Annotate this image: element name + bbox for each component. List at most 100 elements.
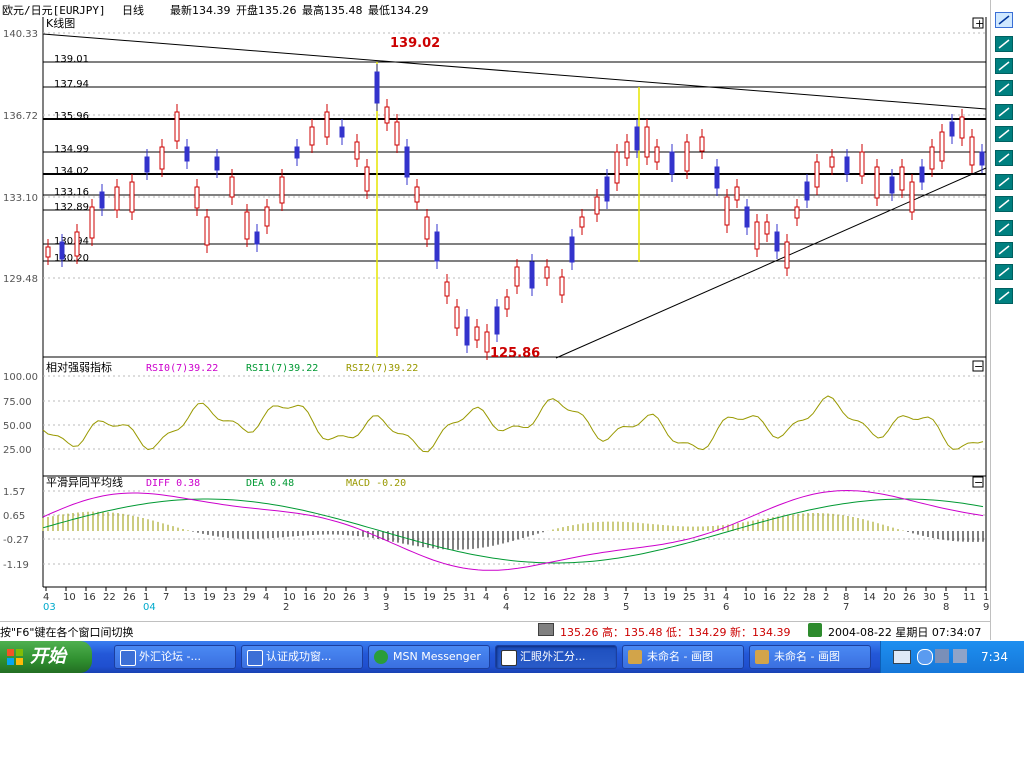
level-label: 132.89 [54, 202, 89, 213]
candle-body [324, 111, 330, 138]
candle-body [144, 156, 150, 173]
kline-grid [43, 32, 986, 279]
channel-tool-icon[interactable] [995, 126, 1013, 142]
volume-icon[interactable] [953, 649, 967, 663]
msn-icon [374, 650, 388, 664]
rsi-y-label: 100.00 [3, 372, 38, 383]
resistance-trendline[interactable] [42, 33, 987, 110]
network-icon[interactable] [935, 649, 949, 663]
rsi-y-label: 25.00 [3, 445, 32, 456]
delete-tool-icon[interactable] [995, 288, 1013, 304]
x-day-label: 20 [883, 592, 896, 603]
chart-canvas[interactable]: K线图 + 140.33136.72133.10129.48 139.01137… [0, 16, 996, 617]
macd-y-label: -1.19 [3, 560, 29, 571]
task-button-paint-2[interactable]: 未命名 - 画图 [749, 645, 871, 669]
start-button[interactable]: 开始 [0, 641, 92, 673]
x-month-label: 8 [943, 602, 949, 613]
candle-body [764, 221, 770, 235]
candle-body [979, 151, 985, 166]
rsi-y-axis: 100.00 75.00 50.00 25.00 [3, 372, 38, 456]
task-button-auth[interactable]: 认证成功窗... [241, 645, 363, 669]
x-day-label: 7 [163, 592, 169, 603]
level-label: 137.94 [54, 79, 89, 90]
candle-body [734, 186, 740, 201]
cycle-tool-icon[interactable] [995, 220, 1013, 236]
candle-body [949, 121, 955, 137]
line-tool-icon[interactable] [995, 58, 1013, 74]
candle-body [294, 146, 300, 159]
candle-body [364, 166, 370, 192]
x-month-label: 7 [843, 602, 849, 613]
candle-body [444, 281, 450, 297]
candle-body [654, 146, 660, 163]
chart-area[interactable]: K线图 + 140.33 136.72 133.10 129.48 139.01 137… [0, 16, 996, 617]
info-icon[interactable] [808, 623, 822, 637]
rsi-panel-label: 相对强弱指标 [46, 360, 112, 374]
latest-price: 最新134.39 [170, 4, 231, 17]
candle-body [624, 141, 630, 159]
level-label: 134.99 [54, 144, 89, 155]
x-day-label: 28 [583, 592, 596, 603]
x-day-label: 22 [563, 592, 576, 603]
macd-y-label: 0.65 [3, 511, 25, 522]
candle-body [394, 121, 400, 146]
paint-icon [755, 650, 769, 664]
low-price: 最低134.29 [368, 4, 429, 17]
x-month-label: 5 [623, 602, 629, 613]
candle-body [929, 146, 935, 170]
candle-body [594, 196, 600, 215]
candle-body [959, 116, 965, 139]
keyboard-icon[interactable] [893, 650, 911, 664]
symbol-label: 欧元/日元[EURJPY] [2, 4, 106, 17]
gann-tool-icon[interactable] [995, 242, 1013, 258]
fan-tool-icon[interactable] [995, 150, 1013, 166]
candle-body [504, 296, 510, 310]
task-button-paint-1[interactable]: 未命名 - 画图 [622, 645, 744, 669]
rect-tool-icon[interactable] [995, 264, 1013, 280]
x-day-label: 25 [443, 592, 456, 603]
x-day-label: 4 [263, 592, 269, 603]
candle-body [454, 306, 460, 329]
candle-body [354, 141, 360, 160]
x-day-label: 22 [103, 592, 116, 603]
candle-body [374, 71, 380, 104]
chevron-left-icon[interactable] [917, 649, 933, 665]
text-tool-icon[interactable] [995, 36, 1013, 52]
candle-body [919, 166, 925, 183]
cursor-icon[interactable] [995, 12, 1013, 28]
x-day-label: 10 [63, 592, 76, 603]
support-trendline[interactable] [555, 167, 987, 359]
candle-body [829, 156, 835, 168]
ray-tool-icon[interactable] [995, 104, 1013, 120]
x-day-label: 16 [763, 592, 776, 603]
x-month-label: 03 [43, 602, 56, 613]
x-month-label: 04 [143, 602, 156, 613]
candle-body [754, 221, 760, 250]
fibonacci-tool-icon[interactable] [995, 196, 1013, 212]
candle-body [874, 166, 880, 199]
x-day-label: 19 [423, 592, 436, 603]
rsi-y-label: 75.00 [3, 397, 32, 408]
x-day-label: 10 [743, 592, 756, 603]
x-day-label: 4 [483, 592, 489, 603]
task-button-forum[interactable]: 外汇论坛 -... [114, 645, 236, 669]
candle-body [804, 181, 810, 201]
x-day-label: 28 [803, 592, 816, 603]
task-label: 未命名 - 画图 [647, 650, 713, 663]
task-button-forex[interactable]: 汇眼外汇分... [495, 645, 617, 669]
candle-body [254, 231, 260, 245]
kline-panel-label: K线图 [46, 17, 75, 30]
candle-body [604, 176, 610, 202]
candle-body [59, 241, 65, 260]
calculator-icon[interactable] [538, 623, 554, 636]
candle-body [724, 196, 730, 226]
task-label: 认证成功窗... [266, 650, 332, 663]
rsi-y-label: 50.00 [3, 421, 32, 432]
grid-tool-icon[interactable] [995, 174, 1013, 190]
candle-body [644, 126, 650, 158]
segment-tool-icon[interactable] [995, 80, 1013, 96]
task-button-msn[interactable]: MSN Messenger [368, 645, 490, 669]
x-day-label: 26 [903, 592, 916, 603]
candle-body [714, 166, 720, 189]
level-label: 130.20 [54, 253, 89, 264]
